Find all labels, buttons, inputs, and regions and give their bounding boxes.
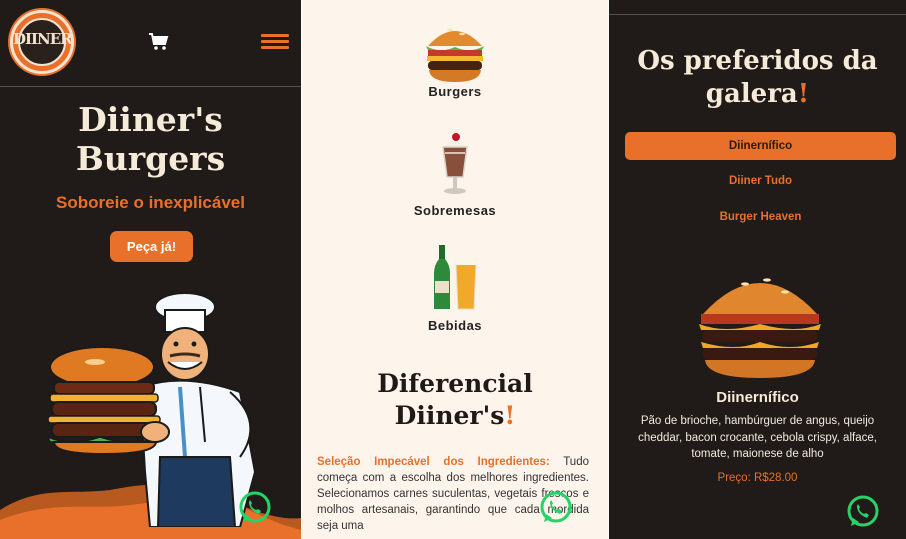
whatsapp-icon[interactable] [845,494,881,530]
logo[interactable]: DIINER [10,10,74,74]
tab-burger-heaven[interactable]: Burger Heaven [625,203,896,231]
category-burgers[interactable]: Burgers [302,16,608,99]
top-navbar: DIINER [0,0,301,87]
hero-title: Diiner's Burgers [75,100,226,178]
category-label: Burgers [428,84,482,99]
category-bebidas[interactable]: Bebidas [302,243,608,333]
order-button[interactable]: Peça já! [110,231,193,262]
hero-subtitle: Soboreie o inexplicável [56,193,245,212]
tab-diiner-tudo[interactable]: Diiner Tudo [625,167,896,195]
hamburger-menu-icon[interactable] [261,34,289,49]
logo-text: DIINER [13,30,73,48]
product-description: Pão de brioche, hambúrguer de angus, que… [638,415,877,460]
product-name: Diinernífico [716,389,799,406]
categories-panel: Burgers Sobremesas Bebidas Diferencial D… [302,0,608,539]
product-price: Preço: R$28.00 [717,472,798,484]
home-panel: DIINER Diiner's Burgers Soboreie o inexp… [0,0,301,539]
burger-icon [426,28,484,82]
chef-with-burger-illustration [46,292,257,527]
product-image [699,278,821,378]
category-label: Sobremesas [413,203,497,218]
category-label: Bebidas [427,318,483,333]
category-sobremesas[interactable]: Sobremesas [302,131,608,218]
diferencial-title: Diferencial Diiner's! [377,369,533,430]
cart-icon[interactable] [149,33,169,51]
diferencial-highlight: Seleção Impecável dos Ingredientes: [317,456,550,468]
milkshake-icon [442,133,468,194]
tab-diinernifico[interactable]: Diinernífico [625,132,896,160]
beer-icon [434,245,477,310]
whatsapp-icon[interactable] [538,490,574,526]
favorites-title: Os preferidos da galera! [637,46,878,109]
favorites-panel: Os preferidos da galera! Diinernífico Di… [609,0,906,539]
whatsapp-icon[interactable] [237,490,273,526]
divider [609,14,906,15]
